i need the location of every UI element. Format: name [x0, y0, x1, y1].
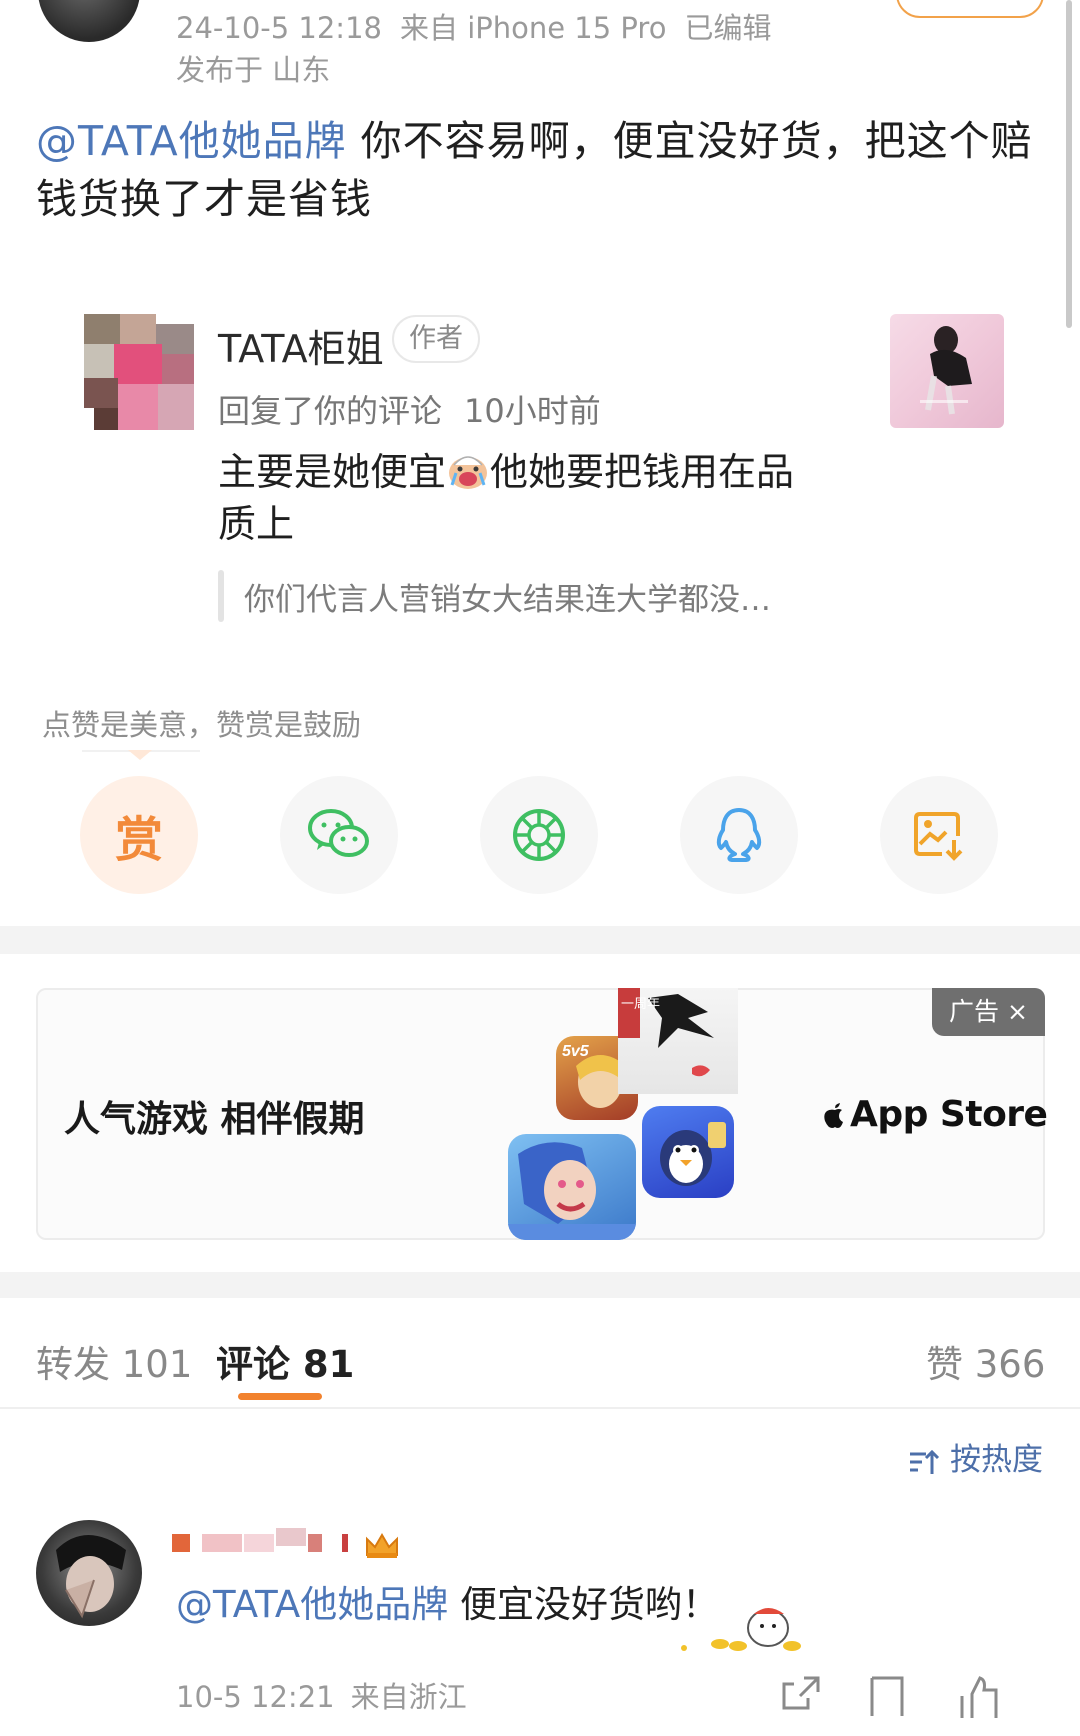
comment-reply-button[interactable] — [868, 1676, 904, 1720]
tab-comment[interactable]: 评论 81 — [216, 1334, 354, 1388]
share-icon — [782, 1676, 820, 1710]
save-image-icon — [914, 812, 963, 861]
crown-icon — [364, 1533, 400, 1563]
tab-divider — [0, 1407, 1080, 1409]
quote-bar — [218, 570, 224, 622]
reply-author-name[interactable]: TATA柜姐 — [218, 318, 384, 373]
close-icon: × — [1007, 997, 1028, 1026]
author-badge: 作者 — [392, 315, 480, 363]
commenter-avatar[interactable] — [36, 1520, 142, 1626]
tab-like-count: 366 — [974, 1343, 1046, 1386]
tab-repost-label: 转发 — [36, 1343, 110, 1386]
game-badge-anniversary: 一周年 — [621, 997, 660, 1012]
mascot-sticker-icon — [676, 1592, 806, 1658]
tab-indicator — [238, 1393, 322, 1400]
reward-hint: 点赞是美意，赞赏是鼓励 — [42, 708, 362, 742]
section-divider — [0, 1272, 1080, 1298]
game-icon-ink: 一周年 — [618, 988, 738, 1094]
sort-icon — [910, 1449, 940, 1474]
share-wechat-button[interactable] — [280, 776, 398, 894]
reward-button[interactable]: 赏 — [80, 776, 198, 894]
app-store-badge[interactable]: App Store — [822, 1094, 1048, 1135]
follow-button[interactable] — [896, 0, 1044, 18]
tab-comment-count: 81 — [302, 1343, 355, 1386]
comment-location: 来自浙江 — [350, 1680, 467, 1714]
reply-body-part1: 主要是她便宜 — [218, 450, 447, 494]
tab-repost[interactable]: 转发 101 — [36, 1334, 192, 1388]
reply-action-text: 回复了你的评论 — [218, 392, 443, 430]
post-thumbnail[interactable] — [890, 314, 1004, 428]
tab-like[interactable]: 赞 366 — [926, 1334, 1045, 1388]
game-icon-penguin — [642, 1106, 734, 1198]
reply-body[interactable]: 主要是她便宜 他她要把钱用在品质上 — [218, 446, 818, 550]
sort-by-hot-button[interactable]: 按热度 — [908, 1434, 1043, 1479]
game-icon-jinx — [508, 1134, 636, 1240]
comment-content: @TATA他她品牌 便宜没好货哟！ — [176, 1574, 719, 1628]
pointer-triangle — [128, 750, 152, 760]
comment-mention-link[interactable]: @TATA他她品牌 — [176, 1583, 448, 1626]
post-timestamp: 24-10-5 12:18 — [176, 11, 382, 45]
comment-icon — [870, 1676, 904, 1716]
post-author-avatar[interactable] — [38, 0, 140, 42]
ad-close-button[interactable]: 广告 × — [932, 988, 1045, 1036]
app-store-label: App Store — [850, 1094, 1048, 1135]
game-badge-5v5: 5v5 — [562, 1043, 590, 1060]
post-meta: 24-10-5 12:18 来自 iPhone 15 Pro 已编辑 — [176, 8, 789, 48]
like-icon — [960, 1676, 998, 1718]
tab-repost-count: 101 — [121, 1343, 193, 1386]
comment-time: 10-5 12:21 — [176, 1680, 335, 1714]
reward-label: 赏 — [114, 812, 163, 868]
post-location: 发布于 山东 — [176, 53, 331, 87]
reply-time: 10小时前 — [464, 392, 601, 430]
share-moments-button[interactable] — [480, 776, 598, 894]
comment-meta: 10-5 12:21 来自浙江 — [176, 1674, 483, 1716]
post-content: @TATA他她品牌 你不容易啊，便宜没好货，把这个赔钱货换了才是省钱 — [36, 112, 1046, 228]
wechat-icon — [308, 809, 369, 857]
qq-icon — [716, 808, 762, 862]
ad-headline: 人气游戏 相伴假期 — [64, 1099, 365, 1140]
quoted-comment[interactable]: 你们代言人营销女大结果连大学都没… — [244, 574, 771, 619]
comment-share-button[interactable] — [782, 1676, 820, 1714]
section-divider — [0, 926, 1080, 954]
tab-like-label: 赞 — [926, 1343, 963, 1386]
comment-like-button[interactable] — [960, 1676, 1000, 1722]
moments-icon — [513, 809, 565, 861]
reply-subtitle: 回复了你的评论 10小时前 — [218, 386, 623, 432]
save-image-button[interactable] — [880, 776, 998, 894]
apple-icon — [824, 1103, 843, 1128]
tab-comment-label: 评论 — [216, 1343, 290, 1386]
reply-author-avatar[interactable] — [84, 314, 194, 430]
ad-tag-label: 广告 — [949, 997, 1000, 1026]
post-mention-link[interactable]: @TATA他她品牌 — [36, 117, 347, 165]
scrollbar[interactable] — [1066, 0, 1072, 328]
post-device: 来自 iPhone 15 Pro — [399, 11, 667, 45]
post-edited[interactable]: 已编辑 — [684, 11, 771, 45]
share-qq-button[interactable] — [680, 776, 798, 894]
sort-label: 按热度 — [950, 1442, 1043, 1478]
commenter-name-redacted[interactable] — [172, 1528, 352, 1556]
crying-emoji-icon — [446, 451, 490, 491]
